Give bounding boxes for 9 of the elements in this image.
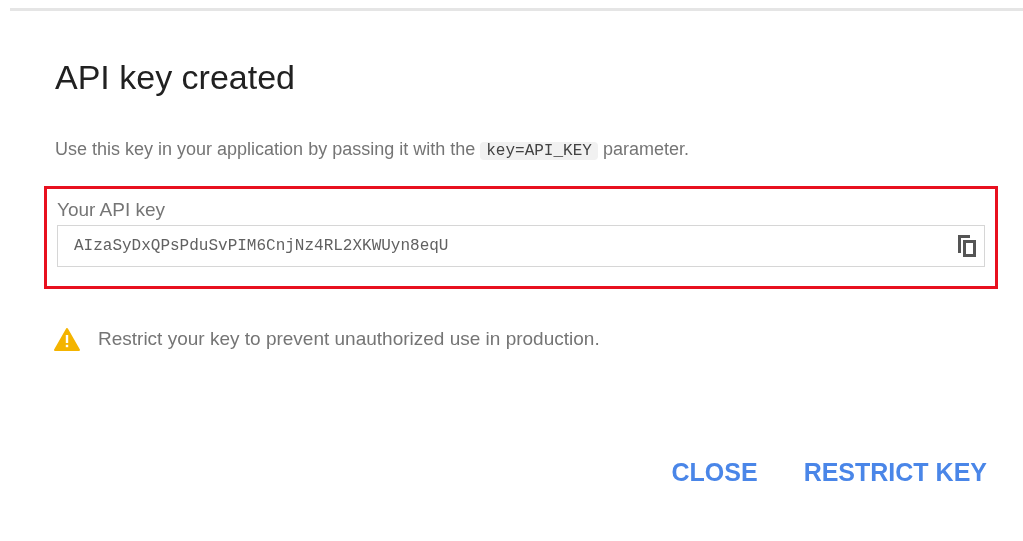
instruction-text: Use this key in your application by passing it with the key=API_KEY parameter.: [55, 138, 689, 162]
dialog-title: API key created: [55, 57, 295, 98]
copy-icon[interactable]: [956, 233, 978, 259]
field-label: Your API key: [57, 199, 166, 221]
warning-icon: [54, 327, 80, 351]
api-key-field[interactable]: AIzaSyDxQPsPduSvPIM6CnjNz4RL2XKWUyn8eqU: [57, 225, 985, 267]
dialog-button[interactable]: CLOSE: [671, 453, 758, 491]
warning-text: Restrict your key to prevent unauthorized use in production.: [98, 327, 600, 351]
dialog-button[interactable]: RESTRICT KEY: [803, 453, 987, 491]
